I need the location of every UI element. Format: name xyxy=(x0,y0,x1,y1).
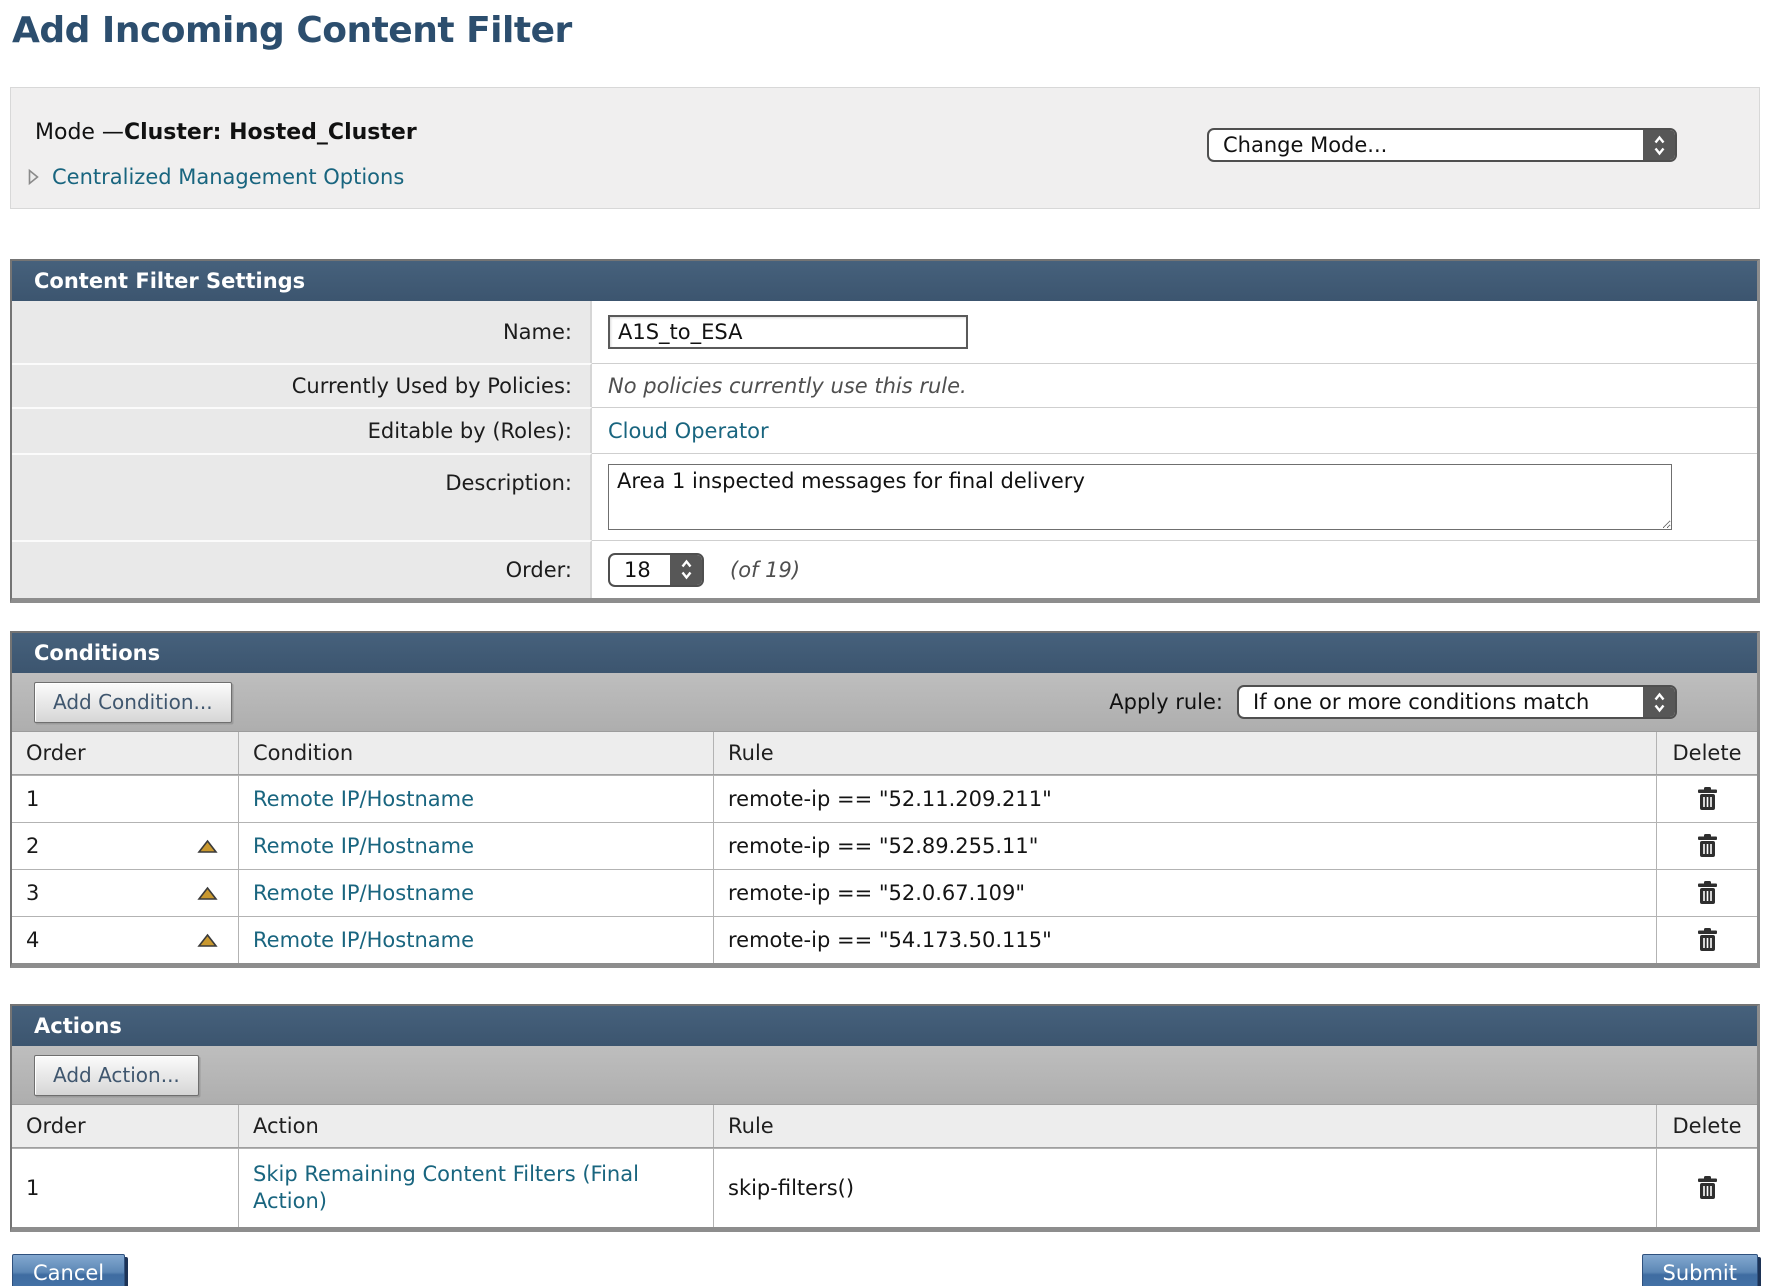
order-select-value: 18 xyxy=(624,558,651,582)
move-up-icon[interactable] xyxy=(197,839,218,854)
condition-order: 4 xyxy=(26,928,39,952)
condition-link[interactable]: Remote IP/Hostname xyxy=(253,834,474,858)
condition-rule: remote-ip == "54.173.50.115" xyxy=(728,928,1052,952)
trash-icon xyxy=(1696,786,1719,812)
move-up-icon[interactable] xyxy=(197,886,218,901)
conditions-header: Conditions xyxy=(12,633,1757,673)
condition-row: 4 Remote IP/Hostname remote-ip == "54.17… xyxy=(12,916,1757,963)
trash-icon xyxy=(1696,880,1719,906)
settings-row-editable: Editable by (Roles): Cloud Operator xyxy=(12,407,1757,453)
action-link[interactable]: Skip Remaining Content Filters (Final Ac… xyxy=(253,1161,653,1216)
name-label: Name: xyxy=(12,301,592,363)
apply-rule-label: Apply rule: xyxy=(1109,690,1223,714)
delete-button[interactable] xyxy=(1692,1171,1723,1205)
condition-row: 1 Remote IP/Hostname remote-ip == "52.11… xyxy=(12,775,1757,822)
select-spinner-icon xyxy=(1643,687,1675,717)
column-header-rule: Rule xyxy=(714,1105,1657,1147)
delete-button[interactable] xyxy=(1692,923,1723,957)
condition-order: 1 xyxy=(26,787,39,811)
apply-rule-select-value: If one or more conditions match xyxy=(1253,690,1589,714)
page-root: Add Incoming Content Filter Mode —Cluste… xyxy=(0,10,1770,1286)
column-header-order: Order xyxy=(12,732,239,774)
description-label: Description: xyxy=(12,453,592,540)
centralized-management-options-label: Centralized Management Options xyxy=(52,165,404,189)
editable-roles-label: Editable by (Roles): xyxy=(12,407,592,453)
centralized-management-options-link[interactable]: Centralized Management Options xyxy=(27,165,404,189)
policies-note: No policies currently use this rule. xyxy=(608,374,967,398)
column-header-condition: Condition xyxy=(239,732,714,774)
settings-row-description: Description: Area 1 inspected messages f… xyxy=(12,453,1757,540)
actions-table-header: Order Action Rule Delete xyxy=(12,1105,1757,1148)
column-header-order: Order xyxy=(12,1105,239,1147)
trash-icon xyxy=(1696,1175,1719,1201)
actions-panel: Actions Add Action... Order Action Rule … xyxy=(10,1004,1760,1232)
add-condition-button[interactable]: Add Condition... xyxy=(34,682,232,723)
condition-order: 3 xyxy=(26,881,39,905)
actions-header: Actions xyxy=(12,1006,1757,1046)
condition-rule: remote-ip == "52.0.67.109" xyxy=(728,881,1025,905)
delete-button[interactable] xyxy=(1692,876,1723,910)
move-up-icon[interactable] xyxy=(197,933,218,948)
condition-order: 2 xyxy=(26,834,39,858)
column-header-delete: Delete xyxy=(1657,1105,1757,1147)
column-header-delete: Delete xyxy=(1657,732,1757,774)
action-row: 1 Skip Remaining Content Filters (Final … xyxy=(12,1148,1757,1227)
condition-rule: remote-ip == "52.11.209.211" xyxy=(728,787,1052,811)
settings-row-order: Order: 18 (of 19) xyxy=(12,540,1757,598)
condition-rule: remote-ip == "52.89.255.11" xyxy=(728,834,1038,858)
content-filter-settings-header: Content Filter Settings xyxy=(12,261,1757,301)
submit-button[interactable]: Submit xyxy=(1642,1254,1759,1286)
change-mode-select-value: Change Mode... xyxy=(1223,133,1387,157)
expand-triangle-icon xyxy=(27,168,40,186)
settings-row-name: Name: xyxy=(12,301,1757,363)
column-header-action: Action xyxy=(239,1105,714,1147)
apply-rule-select[interactable]: If one or more conditions match xyxy=(1237,685,1677,719)
mode-label: Mode — xyxy=(35,120,124,145)
order-label: Order: xyxy=(12,540,592,598)
action-rule: skip-filters() xyxy=(728,1176,854,1200)
select-spinner-icon xyxy=(670,555,702,585)
condition-row: 2 Remote IP/Hostname remote-ip == "52.89… xyxy=(12,822,1757,869)
select-spinner-icon xyxy=(1643,130,1675,160)
mode-value: Cluster: Hosted_Cluster xyxy=(124,120,417,145)
conditions-table-header: Order Condition Rule Delete xyxy=(12,732,1757,775)
settings-row-policies: Currently Used by Policies: No policies … xyxy=(12,363,1757,407)
policies-label: Currently Used by Policies: xyxy=(12,363,592,407)
add-action-button[interactable]: Add Action... xyxy=(34,1055,199,1096)
conditions-toolbar: Add Condition... Apply rule: If one or m… xyxy=(12,673,1757,732)
action-order: 1 xyxy=(26,1176,39,1200)
trash-icon xyxy=(1696,833,1719,859)
mode-panel: Mode —Cluster: Hosted_Cluster Centralize… xyxy=(10,87,1760,209)
condition-link[interactable]: Remote IP/Hostname xyxy=(253,881,474,905)
actions-toolbar: Add Action... xyxy=(12,1046,1757,1105)
condition-link[interactable]: Remote IP/Hostname xyxy=(253,928,474,952)
delete-button[interactable] xyxy=(1692,829,1723,863)
trash-icon xyxy=(1696,927,1719,953)
order-select[interactable]: 18 xyxy=(608,553,704,587)
editable-roles-link[interactable]: Cloud Operator xyxy=(608,419,769,443)
conditions-panel: Conditions Add Condition... Apply rule: … xyxy=(10,631,1760,968)
column-header-rule: Rule xyxy=(714,732,1657,774)
name-input[interactable] xyxy=(608,315,968,349)
condition-row: 3 Remote IP/Hostname remote-ip == "52.0.… xyxy=(12,869,1757,916)
delete-button[interactable] xyxy=(1692,782,1723,816)
content-filter-settings-panel: Content Filter Settings Name: Currently … xyxy=(10,259,1760,603)
cancel-button[interactable]: Cancel xyxy=(12,1254,125,1286)
description-textarea[interactable]: Area 1 inspected messages for final deli… xyxy=(608,464,1672,530)
footer-bar: Cancel Submit xyxy=(10,1254,1760,1286)
condition-link[interactable]: Remote IP/Hostname xyxy=(253,787,474,811)
apply-rule-group: Apply rule: If one or more conditions ma… xyxy=(1109,685,1677,719)
order-range-note: (of 19) xyxy=(730,558,800,582)
page-title: Add Incoming Content Filter xyxy=(12,10,1760,51)
change-mode-select[interactable]: Change Mode... xyxy=(1207,128,1677,162)
